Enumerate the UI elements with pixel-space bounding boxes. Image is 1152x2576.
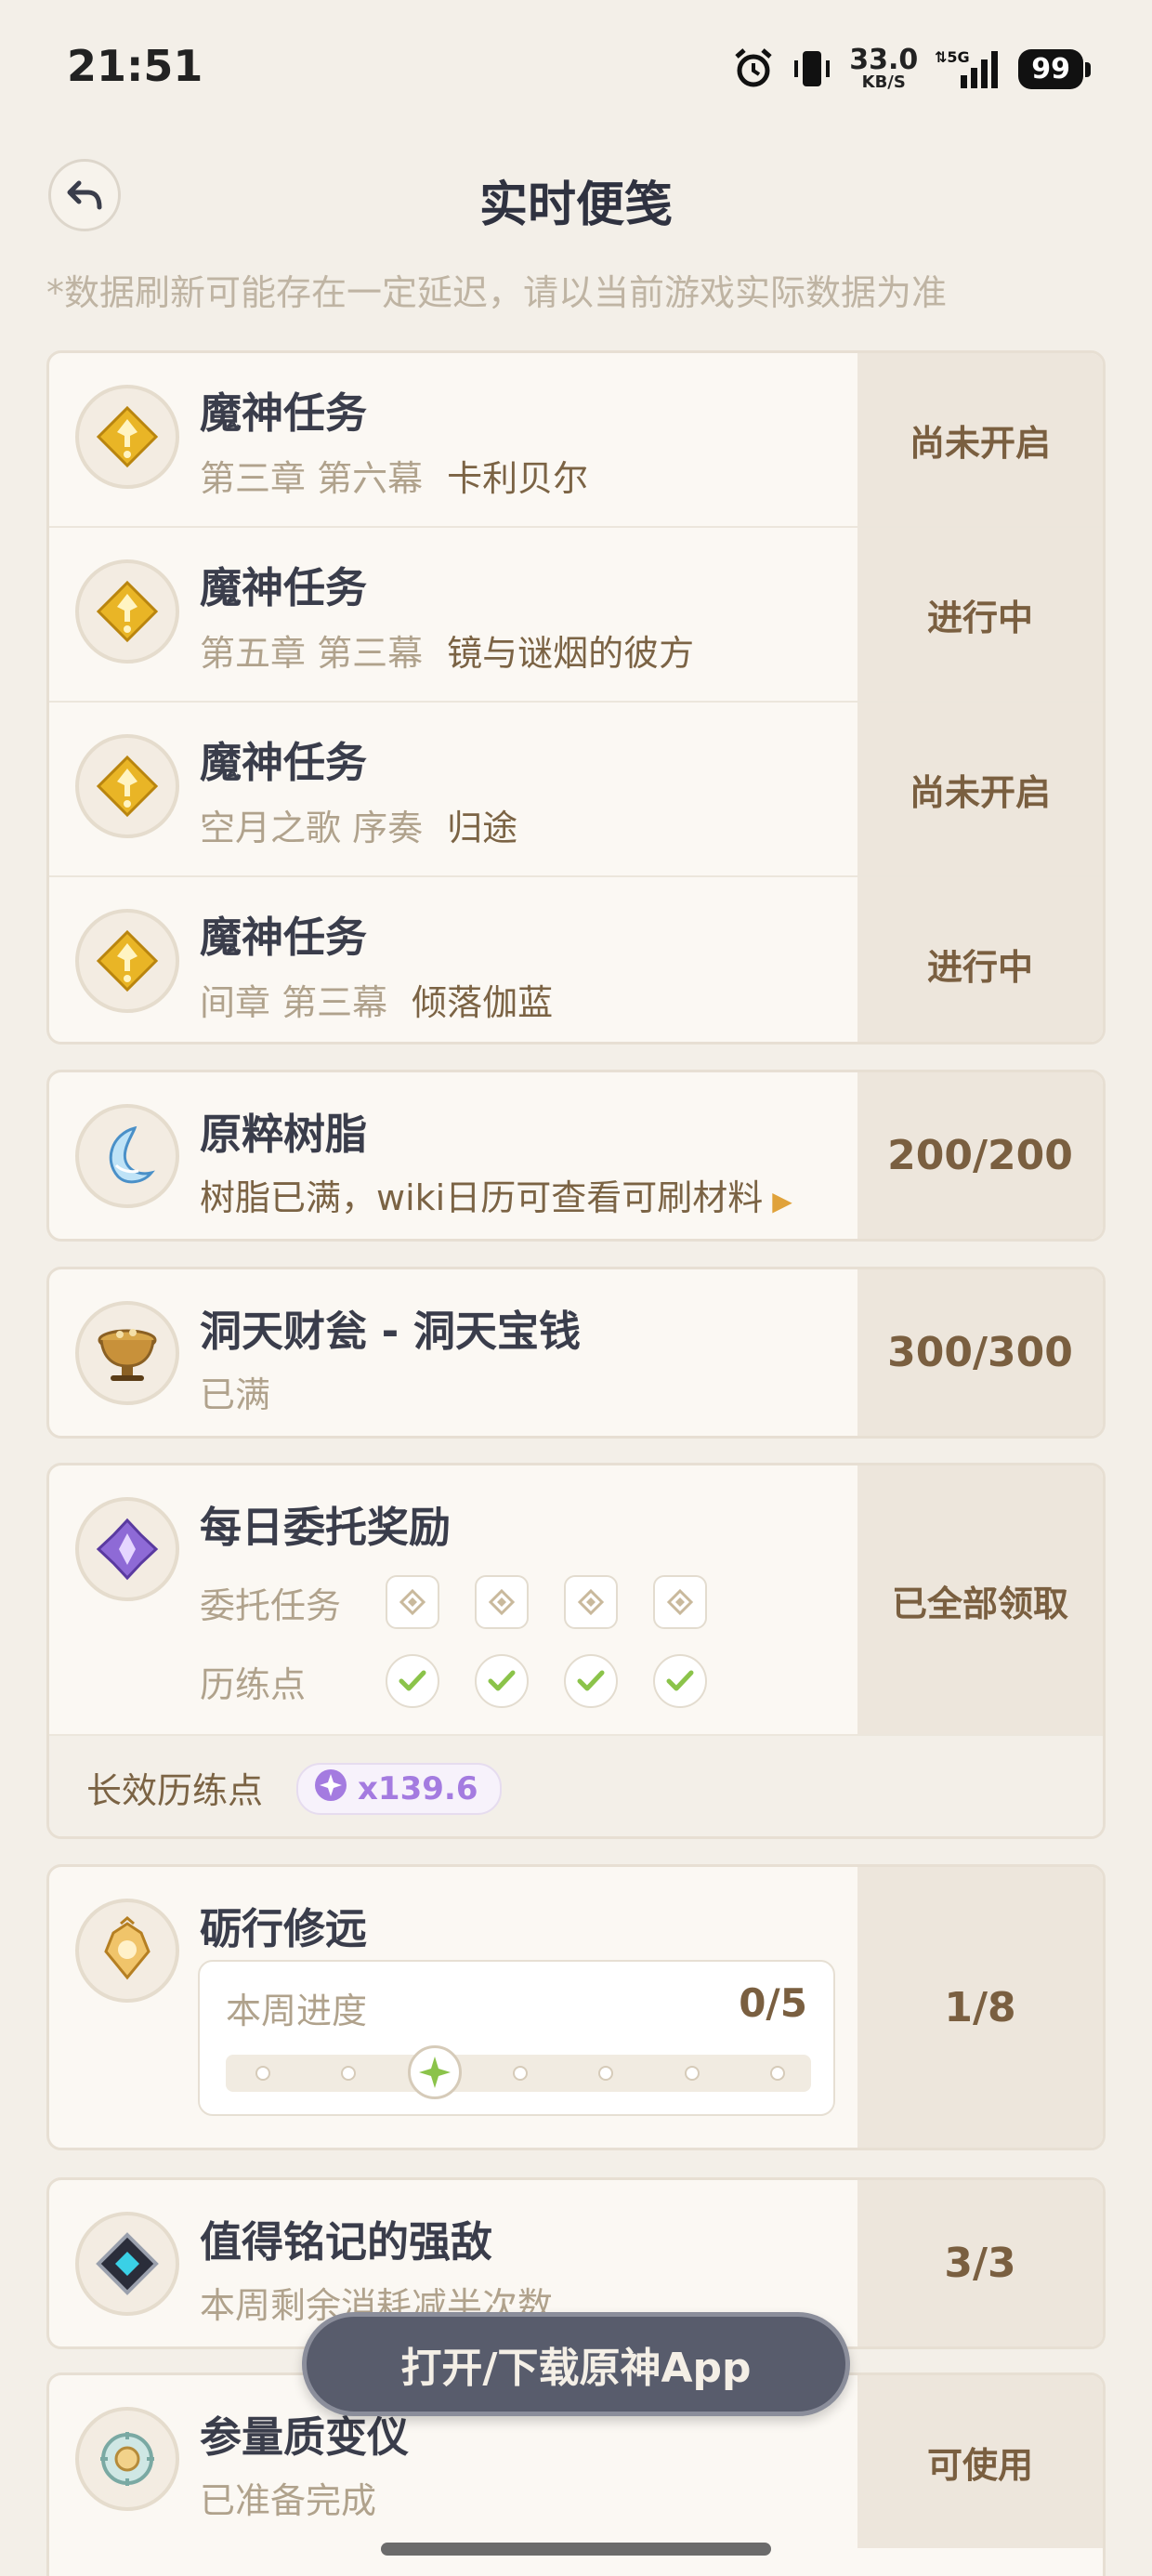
check-icon — [564, 1654, 618, 1708]
quest-subtitle: 第五章 第三幕 镜与谜烟的彼方 — [200, 633, 695, 674]
commission-icon — [75, 1497, 179, 1601]
commission-points-label: 历练点 — [200, 1663, 307, 1705]
status-bar: 21:51 33.0 KB/S ⇅5G 99 — [0, 0, 1152, 139]
weekly-progress-box: 本周进度 0/5 — [198, 1960, 835, 2116]
commission-tasks-row: 委托任务 — [200, 1575, 742, 1629]
quest-row-3[interactable]: 魔神任务 空月之歌 序奏 归途 尚未开启 — [49, 703, 1103, 877]
weekly-progress-node — [341, 2066, 357, 2081]
encounter-point-icon — [313, 1768, 348, 1811]
page-title: 实时便笺 — [478, 177, 673, 233]
network-speed: 33.0 KB/S — [849, 44, 919, 92]
commission-name: 每日委托奖励 — [200, 1503, 452, 1552]
lasting-points-value: x139.6 — [358, 1770, 478, 1807]
transformer-status: 可使用 — [857, 2375, 1103, 2548]
alarm-icon — [732, 47, 775, 90]
refresh-notice: *数据刷新可能存在一定延迟，请以当前游戏实际数据为准 — [46, 272, 948, 313]
quest-status: 进行中 — [857, 528, 1103, 701]
realm-currency-desc: 已满 — [200, 1374, 271, 1415]
weekly-progress-track — [226, 2045, 811, 2099]
quest-name: 魔神任务 — [200, 913, 368, 962]
weekly-progress-card[interactable]: 砺行修远 本周进度 0/5 1/8 — [46, 1864, 1106, 2150]
check-icon — [386, 1654, 439, 1708]
commission-points-row: 历练点 — [200, 1654, 742, 1708]
check-icon — [475, 1654, 529, 1708]
signal-icon: ⇅5G — [935, 47, 1001, 90]
weekly-progress-label: 本周进度 — [226, 1991, 368, 2031]
archon-quest-icon — [75, 909, 179, 1013]
resin-value: 200/200 — [857, 1072, 1103, 1239]
vibrate-icon — [792, 47, 832, 90]
quest-subtitle: 第三章 第六幕 卡利贝尔 — [200, 458, 589, 499]
boss-icon — [75, 2212, 179, 2316]
task-marker-icon — [386, 1575, 439, 1629]
weekly-progress-node — [770, 2066, 785, 2081]
daily-commission-card[interactable]: 每日委托奖励 委托任务 历练点 已全部领取 长效历练点 x139.6 — [46, 1463, 1106, 1839]
realm-jar-icon — [75, 1301, 179, 1405]
commission-status: 已全部领取 — [857, 1465, 1103, 1736]
weekly-progress-node — [255, 2066, 270, 2081]
boss-name: 值得铭记的强敌 — [200, 2217, 493, 2267]
transformer-icon — [75, 2407, 179, 2511]
transformer-desc: 已准备完成 — [200, 2480, 377, 2521]
status-icons: 33.0 KB/S ⇅5G 99 — [732, 43, 1091, 95]
quest-status: 尚未开启 — [857, 353, 1103, 526]
quest-row-2[interactable]: 魔神任务 第五章 第三幕 镜与谜烟的彼方 进行中 — [49, 528, 1103, 703]
lasting-points-row: 长效历练点 x139.6 — [49, 1734, 1103, 1836]
battery-indicator: 99 — [1018, 48, 1091, 89]
quest-status: 尚未开启 — [857, 703, 1103, 875]
lasting-points-badge: x139.6 — [296, 1763, 503, 1815]
task-marker-icon — [564, 1575, 618, 1629]
svg-text:⇅5G: ⇅5G — [935, 48, 970, 66]
resin-name: 原粹树脂 — [200, 1110, 368, 1159]
weekly-progress-node — [598, 2066, 614, 2081]
weekly-trophy-icon — [75, 1899, 179, 2003]
weekly-current-node — [407, 2045, 462, 2099]
home-indicator[interactable] — [381, 2543, 771, 2556]
quest-status: 进行中 — [857, 877, 1103, 1042]
weekly-value: 1/8 — [857, 1867, 1103, 2148]
weekly-progress-node — [684, 2066, 700, 2081]
resin-card[interactable]: 原粹树脂 树脂已满，wiki日历可查看可刷材料 ▶ 200/200 — [46, 1070, 1106, 1242]
weekly-progress-value: 0/5 — [739, 1980, 807, 2026]
quest-name: 魔神任务 — [200, 738, 368, 787]
weekly-progress-node — [513, 2066, 528, 2081]
quest-subtitle: 间章 第三幕 倾落伽蓝 — [200, 982, 554, 1023]
quest-subtitle: 空月之歌 序奏 归途 — [200, 808, 518, 848]
archon-quest-icon — [75, 559, 179, 664]
archon-quest-icon — [75, 734, 179, 838]
boss-value: 3/3 — [857, 2180, 1103, 2346]
quest-row-1[interactable]: 魔神任务 第三章 第六幕 卡利贝尔 尚未开启 — [49, 353, 1103, 528]
quest-row-4[interactable]: 魔神任务 间章 第三幕 倾落伽蓝 进行中 — [49, 877, 1103, 1042]
archon-quest-icon — [75, 385, 179, 489]
lasting-points-label: 长效历练点 — [86, 1770, 264, 1811]
realm-currency-value: 300/300 — [857, 1269, 1103, 1436]
check-icon — [653, 1654, 707, 1708]
quest-name: 魔神任务 — [200, 563, 368, 612]
task-marker-icon — [653, 1575, 707, 1629]
realm-currency-name: 洞天财瓮 - 洞天宝钱 — [200, 1307, 582, 1356]
resin-desc[interactable]: 树脂已满，wiki日历可查看可刷材料 ▶ — [200, 1169, 792, 1220]
resin-icon — [75, 1104, 179, 1208]
caret-right-icon: ▶ — [772, 1186, 792, 1216]
commission-tasks-label: 委托任务 — [200, 1584, 342, 1626]
task-marker-icon — [475, 1575, 529, 1629]
archon-quest-card: 魔神任务 第三章 第六幕 卡利贝尔 尚未开启 魔神任务 第五章 第三幕 镜与谜烟的彼… — [46, 350, 1106, 1045]
quest-name: 魔神任务 — [200, 388, 368, 438]
weekly-name: 砺行修远 — [200, 1904, 368, 1953]
realm-currency-card[interactable]: 洞天财瓮 - 洞天宝钱 已满 300/300 — [46, 1267, 1106, 1439]
open-app-button[interactable]: 打开/下载原神App — [302, 2312, 850, 2416]
status-time: 21:51 — [67, 41, 203, 91]
